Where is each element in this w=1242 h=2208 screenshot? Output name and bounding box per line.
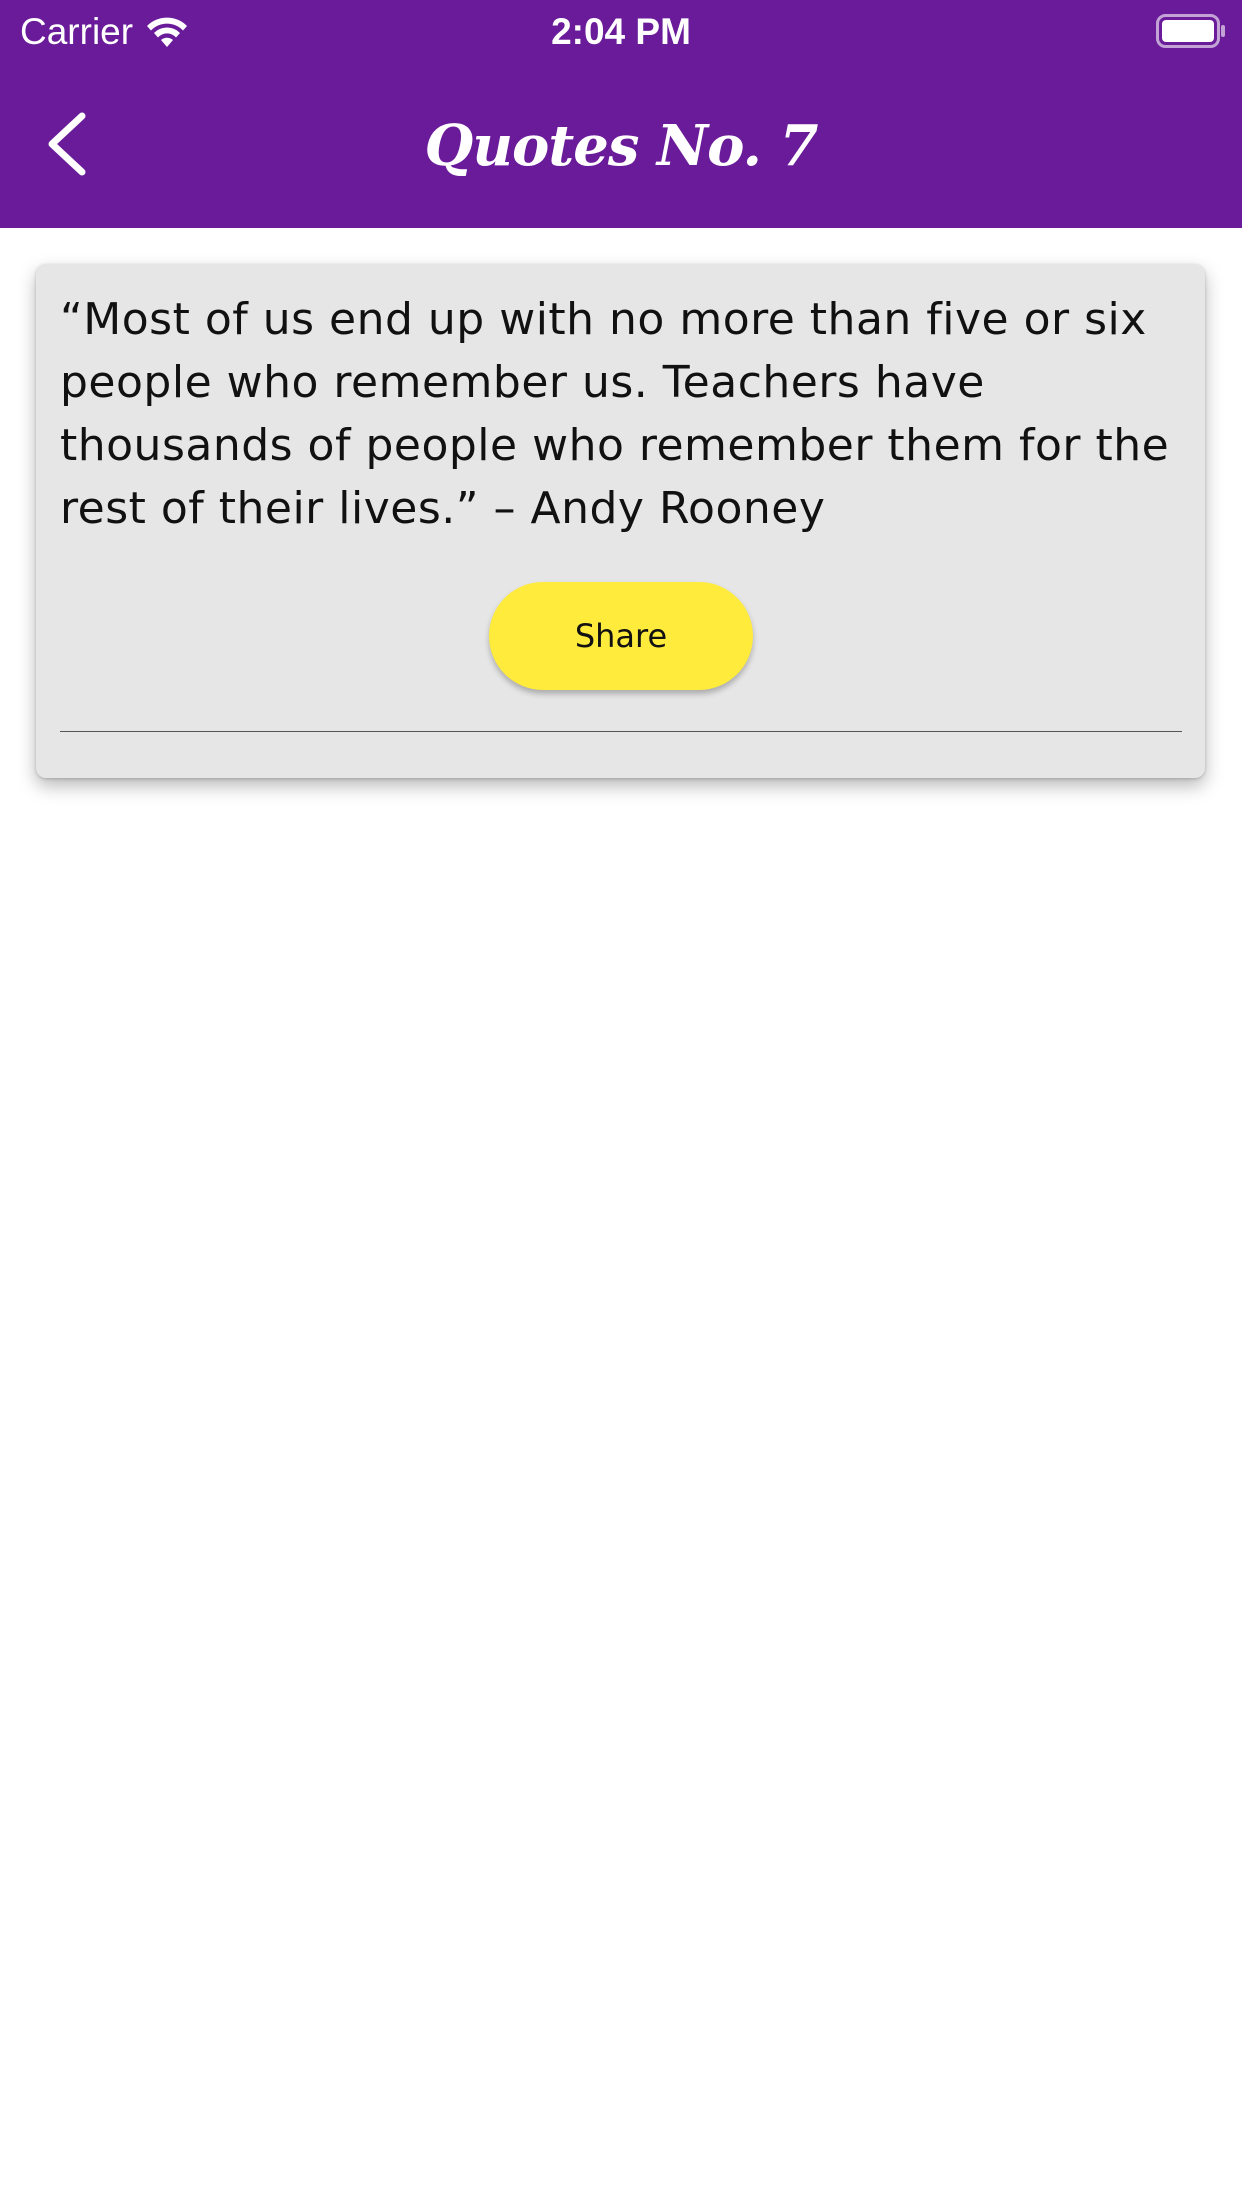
status-bar: Carrier 2:04 PM bbox=[0, 0, 1242, 64]
quote-text: “Most of us end up with no more than fiv… bbox=[60, 294, 1170, 534]
share-button[interactable]: Share bbox=[489, 582, 753, 690]
page-title: Quotes No. 7 bbox=[424, 113, 819, 179]
battery-full-icon bbox=[1156, 14, 1225, 48]
top-bar: Carrier 2:04 PM Quotes No. 7 bbox=[0, 0, 1242, 228]
status-time: 2:04 PM bbox=[551, 11, 691, 52]
card-divider bbox=[60, 731, 1182, 732]
navigation-bar: Quotes No. 7 bbox=[0, 64, 1242, 228]
quote-card: “Most of us end up with no more than fiv… bbox=[36, 264, 1205, 778]
app-screen: Carrier 2:04 PM Quotes No. 7 “Most of us… bbox=[0, 0, 1242, 2208]
